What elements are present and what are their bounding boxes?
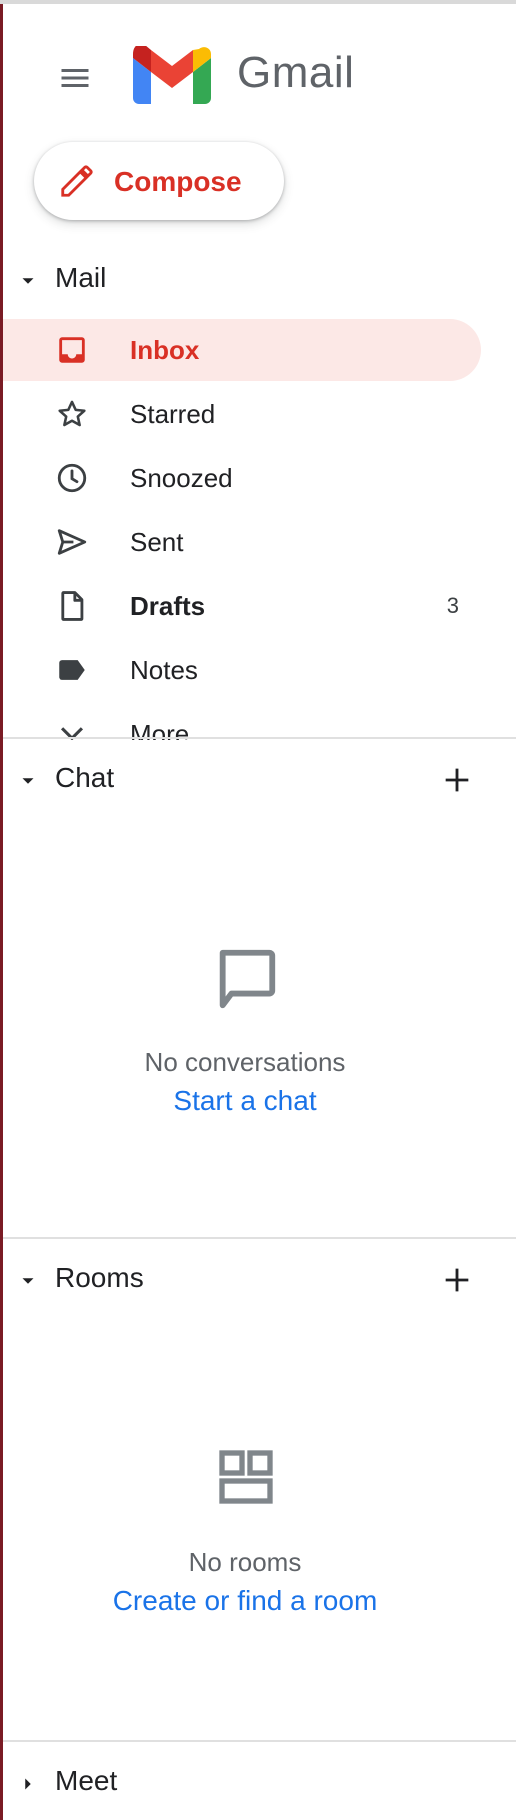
plus-icon <box>445 1268 469 1292</box>
new-room-button[interactable] <box>435 1258 479 1302</box>
nav-item-more[interactable]: More <box>3 703 481 740</box>
nav-item-drafts[interactable]: Drafts 3 <box>3 575 481 637</box>
compose-label: Compose <box>114 166 242 197</box>
meet-section-title: Meet <box>55 1765 118 1796</box>
compose-button[interactable]: Compose <box>34 142 284 220</box>
mail-chat-divider <box>3 737 516 739</box>
rooms-section-title: Rooms <box>55 1262 144 1293</box>
mail-section-header[interactable]: Mail <box>3 252 516 308</box>
nav-label-starred: Starred <box>130 399 216 429</box>
send-icon <box>57 529 87 555</box>
rooms-empty-text: No rooms <box>188 1547 302 1577</box>
create-room-link[interactable]: Create or find a room <box>3 1585 487 1617</box>
app-header: Gmail <box>3 4 516 126</box>
mail-section-title: Mail <box>55 262 107 293</box>
rooms-section-header[interactable]: Rooms <box>3 1252 516 1308</box>
caret-down-icon <box>22 1278 34 1284</box>
chat-rooms-divider <box>3 1237 516 1239</box>
caret-right-icon <box>25 1778 31 1790</box>
gmail-logo-icon[interactable] <box>133 46 211 104</box>
chat-empty-text: No conversations <box>144 1047 346 1077</box>
app-title: Gmail <box>237 48 355 97</box>
drafts-count-badge: 3 <box>446 593 459 618</box>
nav-label-inbox: Inbox <box>130 335 200 365</box>
new-chat-button[interactable] <box>435 758 479 802</box>
clock-icon <box>57 463 87 493</box>
nav-item-starred[interactable]: Starred <box>3 383 481 445</box>
rooms-meet-divider <box>3 1740 516 1742</box>
nav-label-snoozed: Snoozed <box>130 463 233 493</box>
plus-icon <box>445 768 469 792</box>
nav-item-sent[interactable]: Sent <box>3 511 481 573</box>
inbox-icon <box>59 337 85 363</box>
main-menu-button[interactable] <box>51 54 99 102</box>
nav-label-sent: Sent <box>130 527 184 557</box>
nav-label-drafts: Drafts <box>130 591 206 621</box>
nav-more-clip: More <box>3 690 516 740</box>
star-icon <box>58 400 86 427</box>
chat-bubble-icon <box>219 949 276 1009</box>
rooms-grid-icon <box>219 1450 273 1504</box>
label-icon <box>59 660 85 680</box>
nav-item-inbox[interactable]: Inbox <box>3 319 481 381</box>
caret-down-icon <box>22 278 34 284</box>
hamburger-menu-icon <box>61 69 89 87</box>
start-chat-link[interactable]: Start a chat <box>3 1085 487 1117</box>
nav-item-snoozed[interactable]: Snoozed <box>3 447 481 509</box>
pencil-icon <box>61 165 93 197</box>
draft-icon <box>61 591 84 621</box>
meet-section-header[interactable]: Meet <box>3 1755 516 1811</box>
chat-section-header[interactable]: Chat <box>3 752 516 808</box>
nav-label-notes: Notes <box>130 655 198 685</box>
caret-down-icon <box>22 778 34 784</box>
chat-section-title: Chat <box>55 762 115 793</box>
